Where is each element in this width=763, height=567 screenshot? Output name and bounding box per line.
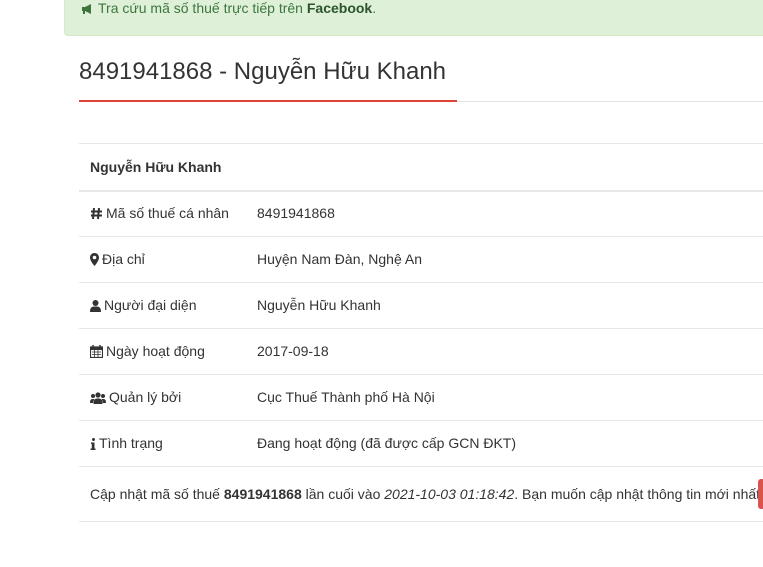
bullhorn-icon [81,2,94,18]
notice-suffix: . [372,0,377,16]
representative-label: Người đại diện [104,297,197,313]
info-row-status: Tình trạng Đang hoạt động (đã được cấp G… [79,420,763,466]
facebook-link[interactable]: Facebook [307,0,372,16]
user-icon [90,299,101,315]
managed-by-value: Cục Thuế Thành phố Hà Nội [257,389,435,405]
hash-icon [90,207,103,223]
update-timestamp: 2021-10-03 01:18:42 [384,486,515,502]
calendar-icon [89,345,104,361]
update-middle: lần cuối vào [305,486,381,502]
status-value: Đang hoạt động (đã được cấp GCN ĐKT) [257,435,517,451]
info-icon [90,437,96,453]
address-value: Huyện Nam Đàn, Nghệ An [257,251,422,267]
address-label: Địa chỉ [102,251,145,267]
tax-id-value: 8491941868 [257,205,335,221]
title-accent-underline [79,100,457,102]
facebook-notice-alert: Tra cứu mã số thuế trực tiếp trên Facebo… [64,0,763,36]
status-label: Tình trạng [99,435,163,451]
users-icon [90,391,106,407]
company-name: Nguyễn Hữu Khanh [90,159,222,175]
update-button[interactable] [758,479,763,509]
info-row-representative: Người đại diện Nguyễn Hữu Khanh [79,282,763,328]
update-suffix: . Bạn muốn cập nhật thông tin mới nhất? [514,486,763,502]
update-tax-id: 8491941868 [223,486,302,502]
start-date-value: 2017-09-18 [257,343,329,359]
managed-by-label: Quản lý bởi [109,389,182,405]
info-row-start-date: Ngày hoạt động 2017-09-18 [79,328,763,374]
notice-text: Tra cứu mã số thuế trực tiếp trên [98,0,303,16]
representative-value: Nguyễn Hữu Khanh [257,297,381,313]
start-date-label: Ngày hoạt động [106,343,205,359]
company-name-row: Nguyễn Hữu Khanh [79,143,763,192]
update-prefix: Cập nhật mã số thuế [90,486,220,502]
info-row-managed-by: Quản lý bởi Cục Thuế Thành phố Hà Nội [79,374,763,420]
info-row-tax-id: Mã số thuế cá nhân 8491941868 [79,190,763,236]
map-marker-icon [90,253,99,269]
info-row-address: Địa chỉ Huyện Nam Đàn, Nghệ An [79,236,763,282]
last-update-text: Cập nhật mã số thuế 8491941868 lần cuối … [90,486,763,502]
page-title: 8491941868 - Nguyễn Hữu Khanh [79,58,447,85]
last-update-row: Cập nhật mã số thuế 8491941868 lần cuối … [79,466,763,522]
tax-id-label: Mã số thuế cá nhân [106,205,229,221]
